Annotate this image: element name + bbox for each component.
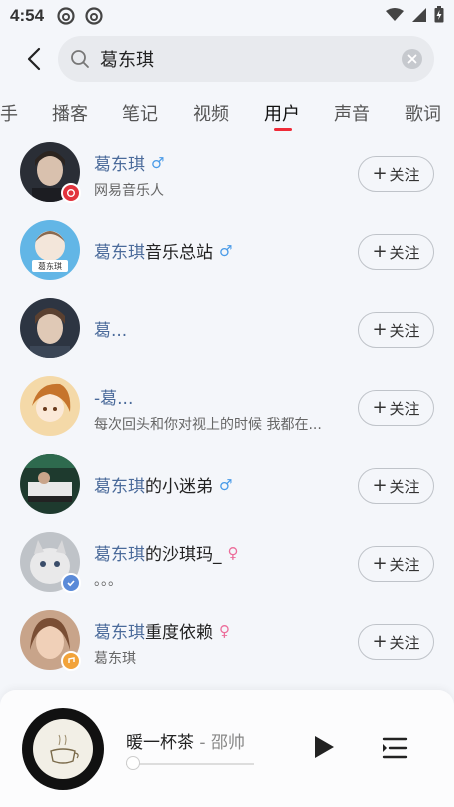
- status-bar: 4:54: [0, 0, 454, 32]
- search-icon: [70, 47, 94, 71]
- vip-badge-icon: [61, 651, 81, 671]
- user-name: 葛东琪 ♂: [94, 150, 165, 176]
- musician-badge-icon: [61, 183, 81, 203]
- plus-icon: +: [372, 553, 388, 574]
- female-gender-icon: ♀: [227, 543, 239, 562]
- signal-icon: [412, 7, 426, 26]
- user-name-highlight: 葛...: [94, 321, 128, 341]
- playlist-button[interactable]: [380, 733, 410, 763]
- follow-button[interactable]: + 关注: [358, 390, 434, 426]
- play-button[interactable]: [308, 732, 338, 762]
- follow-label: 关注: [389, 165, 420, 184]
- follow-label: 关注: [389, 399, 420, 418]
- tab-users[interactable]: 用户: [264, 100, 300, 131]
- search-bar-row: [0, 35, 454, 83]
- avatar[interactable]: [20, 454, 80, 514]
- follow-button[interactable]: + 关注: [358, 546, 434, 582]
- avatar[interactable]: [20, 298, 80, 358]
- user-name-highlight: 葛东琪: [94, 155, 145, 175]
- plus-icon: +: [372, 397, 388, 418]
- follow-button[interactable]: + 关注: [358, 468, 434, 504]
- user-name: 葛东琪 的沙琪玛_ ♀: [94, 540, 239, 566]
- user-name-rest: 重度依赖: [145, 623, 213, 643]
- plus-icon: +: [372, 475, 388, 496]
- user-name-highlight: 葛东琪: [94, 545, 145, 565]
- user-name-highlight: 葛东琪: [94, 243, 145, 263]
- follow-button[interactable]: + 关注: [358, 234, 434, 270]
- user-subtitle: 葛东琪: [94, 651, 136, 667]
- search-box[interactable]: [58, 36, 434, 82]
- tab-singer[interactable]: 手: [0, 100, 18, 126]
- search-category-tabs: 手 播客 笔记 视频 用户 声音 歌词: [0, 96, 454, 136]
- list-item[interactable]: 葛... + 关注: [0, 294, 454, 372]
- user-name-rest: 的小迷弟: [145, 477, 213, 497]
- user-name-rest: 的沙琪玛_: [145, 545, 222, 565]
- user-name-rest: 音乐总站: [145, 243, 213, 263]
- album-cover: [33, 719, 93, 779]
- status-time: 4:54: [10, 6, 45, 25]
- netease-music-icon: [84, 6, 104, 26]
- svg-text:葛东琪: 葛东琪: [38, 261, 62, 271]
- male-gender-icon: ♂: [219, 475, 233, 494]
- close-icon: [407, 54, 417, 64]
- user-subtitle: 。。。: [94, 573, 122, 589]
- list-item[interactable]: 葛东琪 的小迷弟 ♂ + 关注: [0, 450, 454, 528]
- user-subtitle: 每次回头和你对视上的时候 我都在...: [94, 417, 322, 433]
- active-tab-indicator: [274, 128, 292, 131]
- avatar[interactable]: 葛东琪: [20, 220, 80, 280]
- follow-label: 关注: [389, 243, 420, 262]
- list-item[interactable]: 葛东琪 ♂ 网易音乐人 + 关注: [0, 138, 454, 216]
- plus-icon: +: [372, 631, 388, 652]
- user-name: 葛东琪 的小迷弟 ♂: [94, 472, 233, 498]
- plus-icon: +: [372, 163, 388, 184]
- follow-button[interactable]: + 关注: [358, 624, 434, 660]
- search-input[interactable]: [100, 48, 402, 70]
- play-icon: [315, 736, 334, 758]
- netease-music-icon: [56, 6, 76, 26]
- song-title: 暖一杯茶: [126, 733, 194, 753]
- song-artist: - 邵帅: [194, 733, 245, 753]
- user-subtitle: 网易音乐人: [94, 183, 164, 199]
- album-disc[interactable]: [22, 708, 104, 790]
- user-name-highlight: 葛东琪: [94, 623, 145, 643]
- avatar[interactable]: [20, 376, 80, 436]
- back-arrow-icon: [27, 47, 41, 71]
- progress-track[interactable]: [126, 763, 254, 765]
- follow-label: 关注: [389, 633, 420, 652]
- plus-icon: +: [372, 319, 388, 340]
- list-item[interactable]: 葛东琪 的沙琪玛_ ♀ 。。。 + 关注: [0, 528, 454, 606]
- now-playing-text: 暖一杯茶 - 邵帅: [126, 728, 245, 753]
- clear-search-button[interactable]: [402, 49, 422, 69]
- user-name: 葛东琪 重度依赖 ♀: [94, 618, 230, 644]
- user-name: 葛东琪 音乐总站 ♂: [94, 238, 233, 264]
- progress-thumb[interactable]: [126, 756, 140, 770]
- tab-users-label: 用户: [264, 104, 300, 125]
- follow-button[interactable]: + 关注: [358, 156, 434, 192]
- plus-icon: +: [372, 241, 388, 262]
- user-name-highlight: -葛...: [94, 389, 134, 409]
- follow-button[interactable]: + 关注: [358, 312, 434, 348]
- tab-lyrics[interactable]: 歌词: [405, 100, 441, 126]
- mini-player[interactable]: 暖一杯茶 - 邵帅: [0, 690, 454, 807]
- list-item[interactable]: -葛... 每次回头和你对视上的时候 我都在... + 关注: [0, 372, 454, 450]
- tab-sound[interactable]: 声音: [334, 100, 370, 126]
- follow-label: 关注: [389, 477, 420, 496]
- follow-label: 关注: [389, 555, 420, 574]
- female-gender-icon: ♀: [219, 621, 230, 640]
- male-gender-icon: ♂: [219, 241, 233, 260]
- verified-badge-icon: [61, 573, 81, 593]
- tab-notes[interactable]: 笔记: [122, 100, 158, 126]
- follow-label: 关注: [389, 321, 420, 340]
- playlist-icon: [382, 737, 408, 759]
- tab-video[interactable]: 视频: [193, 100, 229, 126]
- wifi-icon: [386, 7, 404, 26]
- back-button[interactable]: [14, 39, 54, 79]
- male-gender-icon: ♂: [151, 153, 165, 172]
- list-item[interactable]: 葛东琪 葛东琪 音乐总站 ♂ + 关注: [0, 216, 454, 294]
- user-name-highlight: 葛东琪: [94, 477, 145, 497]
- battery-icon: [434, 5, 444, 27]
- tab-podcast[interactable]: 播客: [52, 100, 88, 126]
- user-name: 葛...: [94, 316, 127, 341]
- user-name: -葛...: [94, 384, 133, 409]
